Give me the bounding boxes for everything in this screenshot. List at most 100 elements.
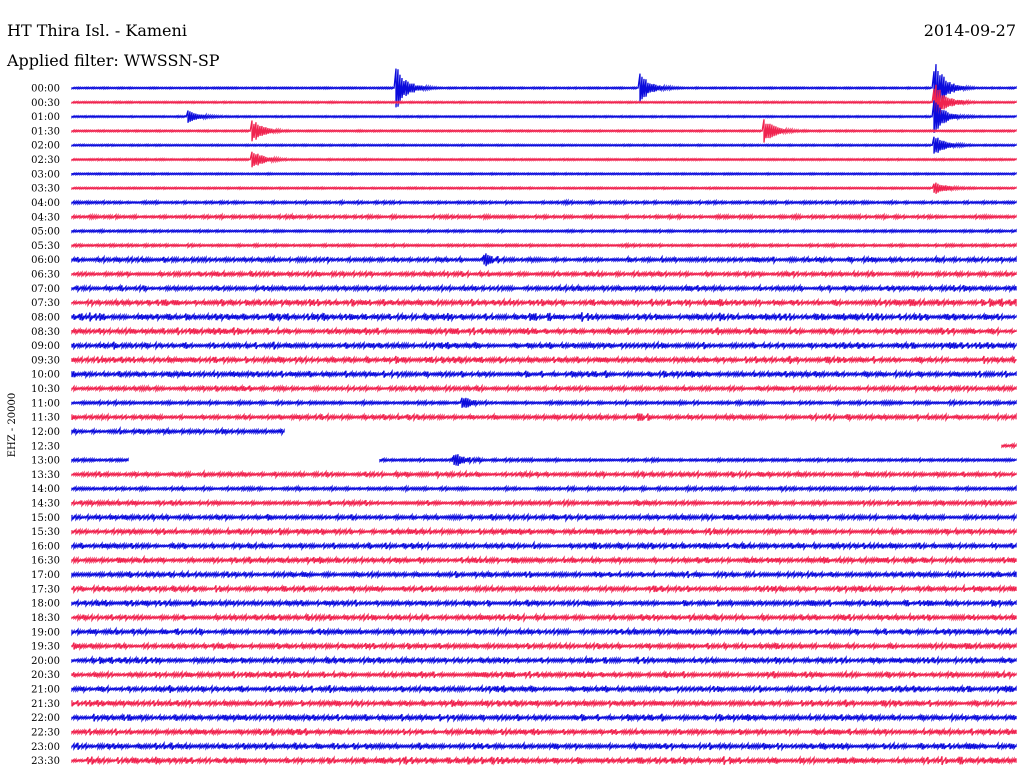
time-label: 22:00 [31,713,60,724]
time-label: 14:00 [31,484,60,495]
time-label: 18:00 [31,599,60,610]
station-title: HT Thira Isl. - Kameni [7,21,187,40]
time-label: 18:30 [31,613,60,624]
trace-row-1930 [71,641,1017,652]
trace-row-2300 [71,740,1017,752]
filter-subtitle: Applied filter: WWSSN-SP [6,51,220,70]
trace-row-1000 [71,368,1017,380]
trace-row-0600 [71,253,1017,267]
trace-row-0330 [71,182,1017,194]
time-label: 11:00 [31,398,60,409]
trace-row-1100 [71,397,1017,408]
trace-row-1900 [71,626,1017,638]
time-label: 23:00 [31,742,60,753]
trace-row-0400 [71,198,1017,207]
time-label: 20:30 [31,670,60,681]
time-label: 01:00 [31,112,60,123]
trace-row-1330 [71,469,1017,480]
time-label: 17:30 [31,584,60,595]
time-axis-labels: 00:00 00:30 01:00 01:30 02:00 02:30 03:00 03:30… [31,84,60,768]
trace-row-1800 [71,598,1017,609]
trace-row-0630 [71,269,1017,280]
record-date: 2014-09-27 [924,21,1016,40]
time-label: 13:30 [31,470,60,481]
trace-row-2100 [71,683,1017,695]
trace-row-0530 [71,241,1017,249]
time-label: 00:30 [31,98,60,109]
trace-row-1400 [71,484,1017,494]
trace-row-1300 [71,454,1017,467]
time-label: 10:00 [31,370,60,381]
trace-row-1030 [71,383,1017,394]
trace-row-1230 [1001,441,1017,450]
trace-row-1130 [71,411,1017,423]
time-label: 01:30 [31,126,60,137]
time-label: 00:00 [31,84,60,95]
time-label: 09:30 [31,355,60,366]
trace-row-0100 [71,100,1017,133]
trace-row-1200 [71,425,285,437]
time-label: 15:00 [31,513,60,524]
channel-label: EHZ - 20000 [7,393,18,458]
trace-row-0430 [71,212,1017,222]
trace-row-0230 [71,151,1017,168]
trace-row-1630 [71,554,1017,566]
trace-row-0130 [71,119,1017,143]
helicorder-plot: 00:00 00:30 01:00 01:30 02:00 02:30 03:00 03:30… [6,21,1017,768]
time-label: 06:00 [31,255,60,266]
trace-row-1700 [71,569,1017,580]
trace-row-0000 [71,64,1017,112]
time-label: 16:00 [31,541,60,552]
time-label: 06:30 [31,270,60,281]
trace-row-0700 [71,283,1017,294]
trace-row-0500 [71,227,1017,235]
time-label: 08:00 [31,313,60,324]
time-label: 04:00 [31,198,60,209]
time-label: 21:30 [31,699,60,710]
trace-row-1530 [71,526,1017,537]
trace-row-2130 [71,698,1017,709]
trace-row-2030 [71,669,1017,680]
time-label: 20:00 [31,656,60,667]
trace-row-1730 [71,583,1017,595]
time-label: 19:30 [31,642,60,653]
time-label: 14:30 [31,499,60,510]
trace-row-0830 [71,325,1017,337]
time-label: 12:30 [31,441,60,452]
time-label: 21:00 [31,685,60,696]
time-label: 03:00 [31,169,60,180]
trace-row-0300 [71,171,1017,177]
trace-row-0930 [71,354,1017,366]
trace-row-0730 [71,297,1017,309]
time-label: 16:30 [31,556,60,567]
seismic-traces [71,64,1017,766]
time-label: 07:30 [31,298,60,309]
trace-row-1830 [71,611,1017,623]
time-label: 07:00 [31,284,60,295]
trace-row-1430 [71,498,1017,508]
trace-row-0030 [71,84,1017,120]
trace-row-0900 [71,340,1017,352]
time-label: 19:00 [31,627,60,638]
time-label: 17:00 [31,570,60,581]
time-label: 05:00 [31,227,60,238]
trace-row-2330 [71,755,1017,766]
time-label: 04:30 [31,212,60,223]
trace-row-1600 [71,540,1017,552]
time-label: 02:30 [31,155,60,166]
time-label: 23:30 [31,756,60,767]
helicorder-chart: 00:00 00:30 01:00 01:30 02:00 02:30 03:00 03:30… [0,0,1024,780]
time-label: 11:30 [31,413,60,424]
time-label: 08:30 [31,327,60,338]
time-label: 12:00 [31,427,60,438]
time-label: 09:00 [31,341,60,352]
time-label: 05:30 [31,241,60,252]
trace-row-0800 [71,311,1017,323]
time-label: 03:30 [31,184,60,195]
trace-row-2000 [71,654,1017,666]
time-label: 10:30 [31,384,60,395]
trace-row-1500 [71,512,1017,523]
time-label: 02:00 [31,141,60,152]
time-label: 15:30 [31,527,60,538]
time-label: 13:00 [31,456,60,467]
